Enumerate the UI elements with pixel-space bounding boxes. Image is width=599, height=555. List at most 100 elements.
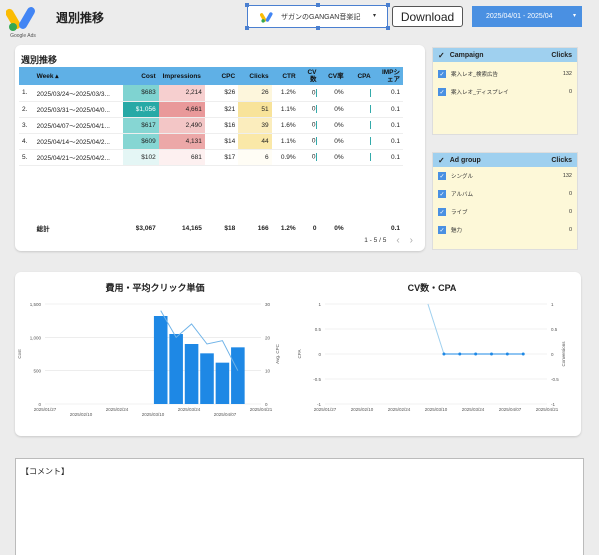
row-cost: $609: [123, 133, 159, 150]
x-tick-label: 2025/03/10: [142, 412, 165, 417]
y-tick-label: 0: [318, 352, 321, 357]
header-clicks[interactable]: Clicks: [238, 67, 272, 85]
adgroup-item[interactable]: ✓ アルバム 0: [433, 185, 577, 203]
checkbox-checked-icon[interactable]: ✓: [438, 70, 446, 78]
header-imp-share[interactable]: IMPシェア: [373, 67, 403, 85]
date-range-picker[interactable]: 2025/04/01 - 2025/04 ▾: [472, 6, 582, 27]
row-index: 4.: [19, 133, 34, 150]
cost-bar: [153, 316, 168, 404]
account-name: ザガンのGANGAN音楽記: [281, 13, 361, 21]
row-impressions: 681: [158, 149, 205, 166]
row-imp-share: 0.1: [373, 149, 403, 166]
row-imp-share: 0.1: [373, 117, 403, 134]
campaign-item[interactable]: ✓ 案入レオ_ディスプレイ 0: [433, 83, 577, 101]
google-ads-logo: Google Ads: [5, 4, 38, 42]
header-cvr[interactable]: CV率: [319, 67, 347, 85]
chart-title-cv: CV数・CPA: [407, 283, 457, 293]
checkbox-checked-icon[interactable]: ✓: [438, 172, 446, 180]
row-cpc: $14: [204, 133, 239, 150]
x-tick-label: 2025/03/24: [462, 407, 485, 412]
campaign-item-value: 132: [562, 71, 572, 77]
y-axis-label: CPA: [297, 350, 302, 359]
table-row[interactable]: 3. 2025/04/07〜2025/04/1... $617 2,490 $1…: [19, 117, 403, 134]
checkbox-checked-icon[interactable]: ✓: [438, 226, 446, 234]
pagination: 1 - 5 / 5 ‹ ›: [364, 235, 413, 246]
y2-tick-label: 0.5: [551, 327, 558, 332]
checkbox-checked-icon[interactable]: ✓: [438, 190, 446, 198]
adgroup-item-name: 魅力: [451, 228, 463, 234]
table-total-row: 総計 $3,067 14,165 $18 166 1.2% 0 0% 0.1: [19, 221, 403, 235]
table-header-row: Week ▴ Cost Impressions CPC Clicks CTR C…: [19, 67, 403, 85]
comment-box[interactable]: 【コメント】: [15, 458, 584, 555]
adgroup-item-value: 0: [568, 191, 572, 197]
total-impressions: 14,165: [181, 224, 202, 232]
table-row[interactable]: 5. 2025/04/21〜2025/04/2... $102 681 $17 …: [19, 149, 403, 166]
header-cv[interactable]: CV数: [298, 67, 320, 85]
header-ctr[interactable]: CTR: [271, 67, 299, 85]
total-spacer: [19, 221, 34, 235]
total-cost: $3,067: [135, 224, 156, 232]
y2-tick-label: 20: [265, 335, 271, 340]
cost-bar: [200, 353, 214, 404]
adgroup-item-value: 132: [562, 173, 572, 179]
row-index: 3.: [19, 117, 34, 134]
header-week[interactable]: Week ▴: [33, 67, 124, 85]
x-tick-label: 2025/02/10: [70, 412, 93, 417]
header-cost[interactable]: Cost: [123, 67, 159, 85]
account-selector[interactable]: ザガンのGANGAN音楽記 ▾: [245, 3, 390, 30]
charts-card: 費用・平均クリック単価 CV数・CPA 1,500 1,000 500 0 30 20 10…: [15, 272, 581, 436]
y2-axis-label: Avg. CPC: [275, 343, 280, 363]
campaign-item-value: 0: [568, 89, 572, 95]
conversions-point: [521, 352, 525, 356]
select-all-checkbox[interactable]: ✓: [438, 51, 445, 60]
row-impressions: 2,214: [158, 85, 205, 102]
row-impressions: 4,131: [158, 133, 205, 150]
row-cv: 0: [298, 85, 320, 102]
table-row[interactable]: 2. 2025/03/31〜2025/04/0... $1,056 4,661 …: [19, 101, 403, 118]
row-impressions: 2,490: [158, 117, 205, 134]
row-cpa: [346, 85, 374, 102]
row-cpc: $26: [204, 85, 239, 102]
download-button[interactable]: Download: [392, 6, 463, 27]
x-tick-label: 2025/04/21: [250, 407, 273, 412]
next-page-icon[interactable]: ›: [410, 235, 413, 246]
adgroup-item[interactable]: ✓ ライブ 0: [433, 203, 577, 221]
row-week: 2025/03/31〜2025/04/0...: [33, 101, 124, 118]
campaign-panel-header: ✓ Campaign Clicks: [433, 48, 577, 62]
header-cpa[interactable]: CPA: [346, 67, 374, 85]
table-title: 週別推移: [21, 55, 58, 65]
adgroup-item[interactable]: ✓ 魅力 0: [433, 221, 577, 239]
x-tick-label: 2025/01/27: [314, 407, 337, 412]
campaign-item[interactable]: ✓ 案入レオ_検索広告 132: [433, 65, 577, 83]
row-cpa: [346, 149, 374, 166]
total-imp-share: 0.1: [390, 224, 400, 232]
row-cv: 0: [298, 133, 320, 150]
adgroup-panel-metric: Clicks: [551, 156, 572, 164]
row-cost: $617: [123, 117, 159, 134]
total-label: 総計: [36, 226, 50, 233]
weekly-table: Week ▴ Cost Impressions CPC Clicks CTR C…: [19, 67, 403, 235]
cost-bar: [215, 362, 230, 404]
row-clicks: 39: [238, 117, 272, 134]
header-cpc[interactable]: CPC: [204, 67, 239, 85]
adgroup-item-value: 0: [568, 209, 572, 215]
row-week: 2025/04/07〜2025/04/1...: [33, 117, 124, 134]
checkbox-checked-icon[interactable]: ✓: [438, 208, 446, 216]
row-clicks: 44: [238, 133, 272, 150]
select-all-checkbox[interactable]: ✓: [438, 156, 445, 165]
adgroup-item[interactable]: ✓ シングル 132: [433, 167, 577, 185]
adgroup-item-value: 0: [568, 227, 572, 233]
y-tick-label: 1: [318, 302, 321, 307]
google-ads-icon: [5, 7, 35, 31]
y-tick-label: 1,500: [30, 302, 42, 307]
prev-page-icon[interactable]: ‹: [396, 235, 399, 246]
total-cpa: [347, 221, 374, 235]
cost-cpc-chart: 1,5001,00050003020100Cost Avg. CPC2025/01…: [17, 302, 280, 417]
header-index: [19, 67, 34, 85]
chart-title-cost: 費用・平均クリック単価: [105, 283, 205, 293]
checkbox-checked-icon[interactable]: ✓: [438, 88, 446, 96]
table-row[interactable]: 1. 2025/03/24〜2025/03/3... $683 2,214 $2…: [19, 85, 403, 102]
row-cpc: $21: [204, 101, 239, 118]
header-impressions[interactable]: Impressions: [158, 67, 205, 85]
table-row[interactable]: 4. 2025/04/14〜2025/04/2... $609 4,131 $1…: [19, 133, 403, 150]
